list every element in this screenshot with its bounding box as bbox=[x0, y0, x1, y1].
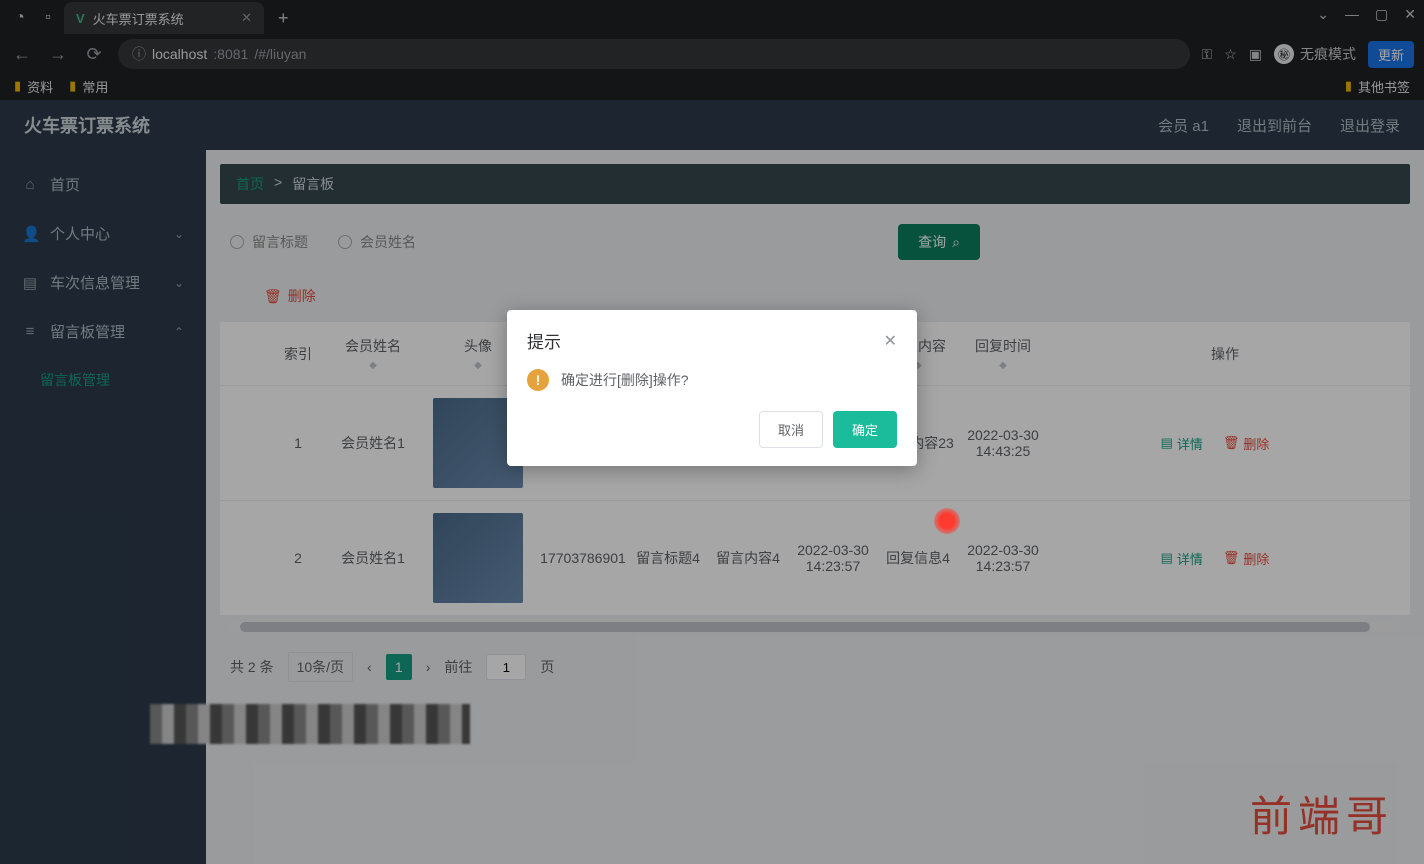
dialog-footer: 取消 确定 bbox=[527, 411, 897, 448]
modal-overlay[interactable]: 提示 ✕ ! 确定进行[删除]操作? 取消 确定 bbox=[0, 0, 1424, 864]
confirm-dialog: 提示 ✕ ! 确定进行[删除]操作? 取消 确定 bbox=[507, 310, 917, 466]
dialog-body: ! 确定进行[删除]操作? bbox=[527, 369, 897, 391]
cursor-indicator bbox=[934, 508, 960, 534]
dialog-header: 提示 ✕ bbox=[527, 328, 897, 353]
warning-icon: ! bbox=[527, 369, 549, 391]
close-icon[interactable]: ✕ bbox=[884, 331, 897, 351]
confirm-button[interactable]: 确定 bbox=[833, 411, 897, 448]
dialog-title: 提示 bbox=[527, 328, 561, 353]
cancel-button[interactable]: 取消 bbox=[759, 411, 823, 448]
dialog-message: 确定进行[删除]操作? bbox=[561, 370, 689, 390]
